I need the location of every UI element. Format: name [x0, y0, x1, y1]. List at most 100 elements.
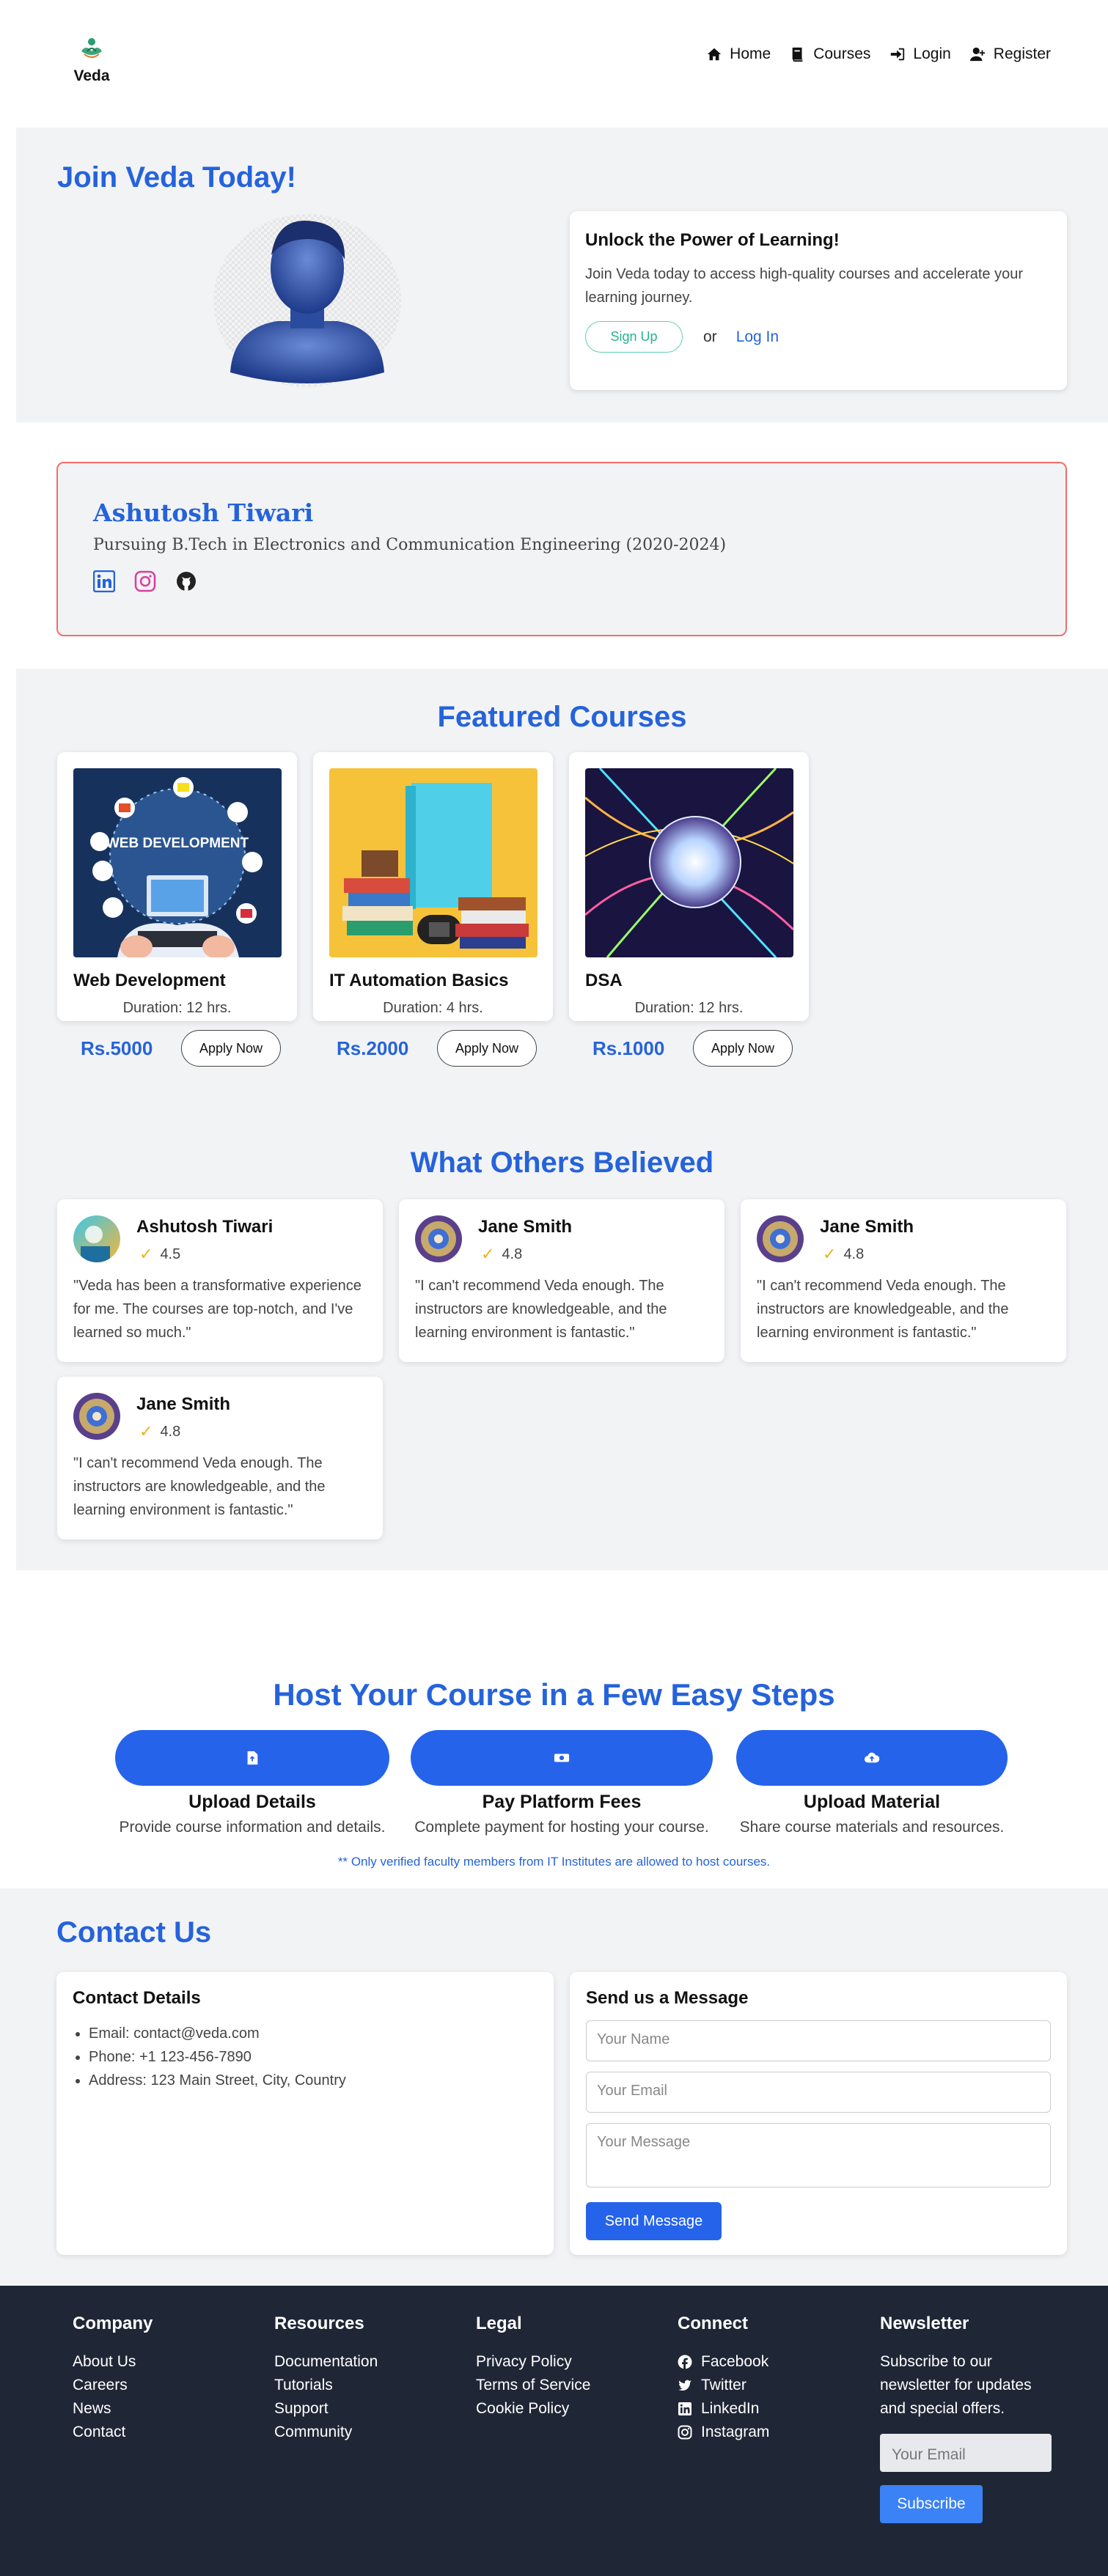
- avatar: [757, 1215, 804, 1262]
- log-in-link[interactable]: Log In: [736, 328, 779, 346]
- footer-link-facebook[interactable]: Facebook: [678, 2350, 769, 2374]
- step-title: Pay Platform Fees: [482, 1792, 642, 1812]
- page: Veda Home Courses Login Register Join Ve…: [0, 0, 1108, 2576]
- review-card: Jane Smith ✓ 4.8 "I can't recommend Veda …: [399, 1199, 724, 1362]
- contact-details-card: Contact Details Email: contact@veda.com …: [56, 1972, 554, 2255]
- check-icon: ✓: [139, 1245, 153, 1263]
- course-card[interactable]: WEB DEVELOPMENT Web Development Duration…: [57, 752, 297, 1067]
- course-duration: Duration: 12 hrs.: [122, 1000, 232, 1016]
- avatar: [73, 1215, 120, 1262]
- course-image-webdev: WEB DEVELOPMENT: [73, 768, 282, 957]
- nav-home[interactable]: Home: [706, 45, 771, 63]
- brand-logo[interactable]: Veda: [70, 35, 114, 85]
- footer-heading: Connect: [678, 2314, 748, 2333]
- footer-resources: Resources Documentation Tutorials Suppor…: [274, 2314, 378, 2444]
- step-pay-fees-button[interactable]: [411, 1730, 713, 1786]
- apply-now-button[interactable]: Apply Now: [181, 1030, 281, 1067]
- cloud-upload-icon: [864, 1752, 880, 1763]
- newsletter-email-input[interactable]: Your Email: [880, 2434, 1052, 2472]
- footer-link-news[interactable]: News: [73, 2397, 153, 2421]
- course-price: Rs.2000: [337, 1037, 409, 1059]
- contact-phone: Phone: +1 123-456-7890: [89, 2045, 538, 2069]
- message-form-title: Send us a Message: [586, 1988, 749, 2008]
- footer-link-about[interactable]: About Us: [73, 2350, 153, 2374]
- footer-link-cookie[interactable]: Cookie Policy: [476, 2397, 590, 2421]
- message-field[interactable]: Your Message: [586, 2123, 1051, 2187]
- profile-subtitle: Pursuing B.Tech in Electronics and Commu…: [93, 536, 727, 554]
- course-card[interactable]: IT Automation Basics Duration: 4 hrs. Rs…: [313, 752, 553, 1067]
- sign-in-icon: [891, 48, 905, 61]
- user-avatar-illustration: [213, 214, 401, 387]
- send-message-button[interactable]: Send Message: [586, 2202, 722, 2240]
- footer-link-twitter[interactable]: Twitter: [678, 2374, 769, 2397]
- footer-link-tutorials[interactable]: Tutorials: [274, 2374, 378, 2397]
- unlock-title: Unlock the Power of Learning!: [585, 230, 840, 250]
- review-card: Ashutosh Tiwari ✓ 4.5 "Veda has been a tr…: [57, 1199, 383, 1362]
- unlock-card: Unlock the Power of Learning! Join Veda …: [570, 211, 1067, 390]
- join-title: Join Veda Today!: [57, 161, 296, 194]
- nav-register[interactable]: Register: [969, 45, 1051, 63]
- footer-link-linkedin[interactable]: LinkedIn: [678, 2397, 769, 2421]
- money-icon: [554, 1753, 570, 1762]
- footer-company: Company About Us Careers News Contact: [73, 2314, 153, 2444]
- course-duration: Duration: 4 hrs.: [383, 1000, 483, 1016]
- nav-courses[interactable]: Courses: [790, 45, 870, 63]
- review-card: Jane Smith ✓ 4.8 "I can't recommend Veda …: [57, 1377, 383, 1539]
- contact-details-title: Contact Details: [73, 1988, 201, 2008]
- name-field[interactable]: Your Name: [586, 2020, 1051, 2061]
- check-icon: ✓: [139, 1422, 153, 1440]
- unlock-text: Join Veda today to access high-quality c…: [585, 266, 1024, 306]
- footer-link-instagram[interactable]: Instagram: [678, 2421, 769, 2444]
- email-field[interactable]: Your Email: [586, 2072, 1051, 2113]
- nav-links: Home Courses Login Register: [706, 45, 1051, 63]
- footer-link-privacy[interactable]: Privacy Policy: [476, 2350, 590, 2374]
- step-upload-details-button[interactable]: [115, 1730, 389, 1786]
- contact-details-list: Email: contact@veda.com Phone: +1 123-45…: [73, 2022, 538, 2092]
- instagram-icon[interactable]: [134, 570, 156, 592]
- host-title: Host Your Course in a Few Easy Steps: [273, 1677, 835, 1712]
- twitter-icon: [678, 2380, 691, 2391]
- contact-section: Contact Us Contact Details Email: contac…: [0, 1888, 1108, 2286]
- newsletter-text: Subscribe to our newsletter for updates …: [880, 2353, 1032, 2417]
- footer-link-documentation[interactable]: Documentation: [274, 2350, 378, 2374]
- footer-link-careers[interactable]: Careers: [73, 2374, 153, 2397]
- host-note: ** Only verified faculty members from IT…: [337, 1855, 771, 1869]
- review-rating: ✓ 4.8: [139, 1422, 181, 1440]
- auth-actions: Sign Up or Log In: [585, 321, 1052, 353]
- course-name: IT Automation Basics: [329, 971, 509, 990]
- review-rating: ✓ 4.8: [481, 1245, 523, 1263]
- step-title: Upload Details: [188, 1792, 316, 1812]
- footer-link-support[interactable]: Support: [274, 2397, 378, 2421]
- host-step: Pay Platform Fees Complete payment for h…: [411, 1730, 713, 1836]
- course-card[interactable]: DSA Duration: 12 hrs. Rs.1000 Apply Now: [569, 752, 809, 1067]
- avatar: [73, 1393, 120, 1440]
- review-text: "I can't recommend Veda enough. The inst…: [73, 1455, 326, 1518]
- message-form-card: Send us a Message Your Name Your Email Y…: [570, 1972, 1067, 2255]
- navbar: Veda Home Courses Login Register: [0, 0, 1108, 128]
- apply-now-button[interactable]: Apply Now: [693, 1030, 793, 1067]
- apply-now-button[interactable]: Apply Now: [437, 1030, 537, 1067]
- contact-email: Email: contact@veda.com: [89, 2022, 538, 2045]
- review-card: Jane Smith ✓ 4.8 "I can't recommend Veda …: [741, 1199, 1066, 1362]
- footer-link-contact[interactable]: Contact: [73, 2421, 153, 2444]
- sign-up-button[interactable]: Sign Up: [585, 321, 683, 353]
- check-icon: ✓: [823, 1245, 837, 1263]
- featured-title: Featured Courses: [437, 701, 687, 733]
- footer-link-community[interactable]: Community: [274, 2421, 378, 2444]
- or-text: or: [703, 328, 717, 345]
- subscribe-button[interactable]: Subscribe: [880, 2485, 983, 2523]
- step-desc: Complete payment for hosting your course…: [414, 1819, 709, 1836]
- footer-heading: Newsletter: [880, 2314, 969, 2333]
- step-upload-material-button[interactable]: [736, 1730, 1008, 1786]
- review-rating: ✓ 4.5: [139, 1245, 181, 1263]
- footer-heading: Legal: [476, 2314, 522, 2333]
- nav-login[interactable]: Login: [889, 45, 951, 63]
- linkedin-icon[interactable]: [93, 570, 115, 592]
- course-image-it-automation: [329, 768, 538, 957]
- course-duration: Duration: 12 hrs.: [634, 1000, 744, 1016]
- github-icon[interactable]: [175, 570, 197, 592]
- step-title: Upload Material: [803, 1792, 941, 1812]
- review-rating: ✓ 4.8: [823, 1245, 865, 1263]
- footer-link-terms[interactable]: Terms of Service: [476, 2374, 590, 2397]
- webdev-image-caption: WEB DEVELOPMENT: [106, 836, 249, 851]
